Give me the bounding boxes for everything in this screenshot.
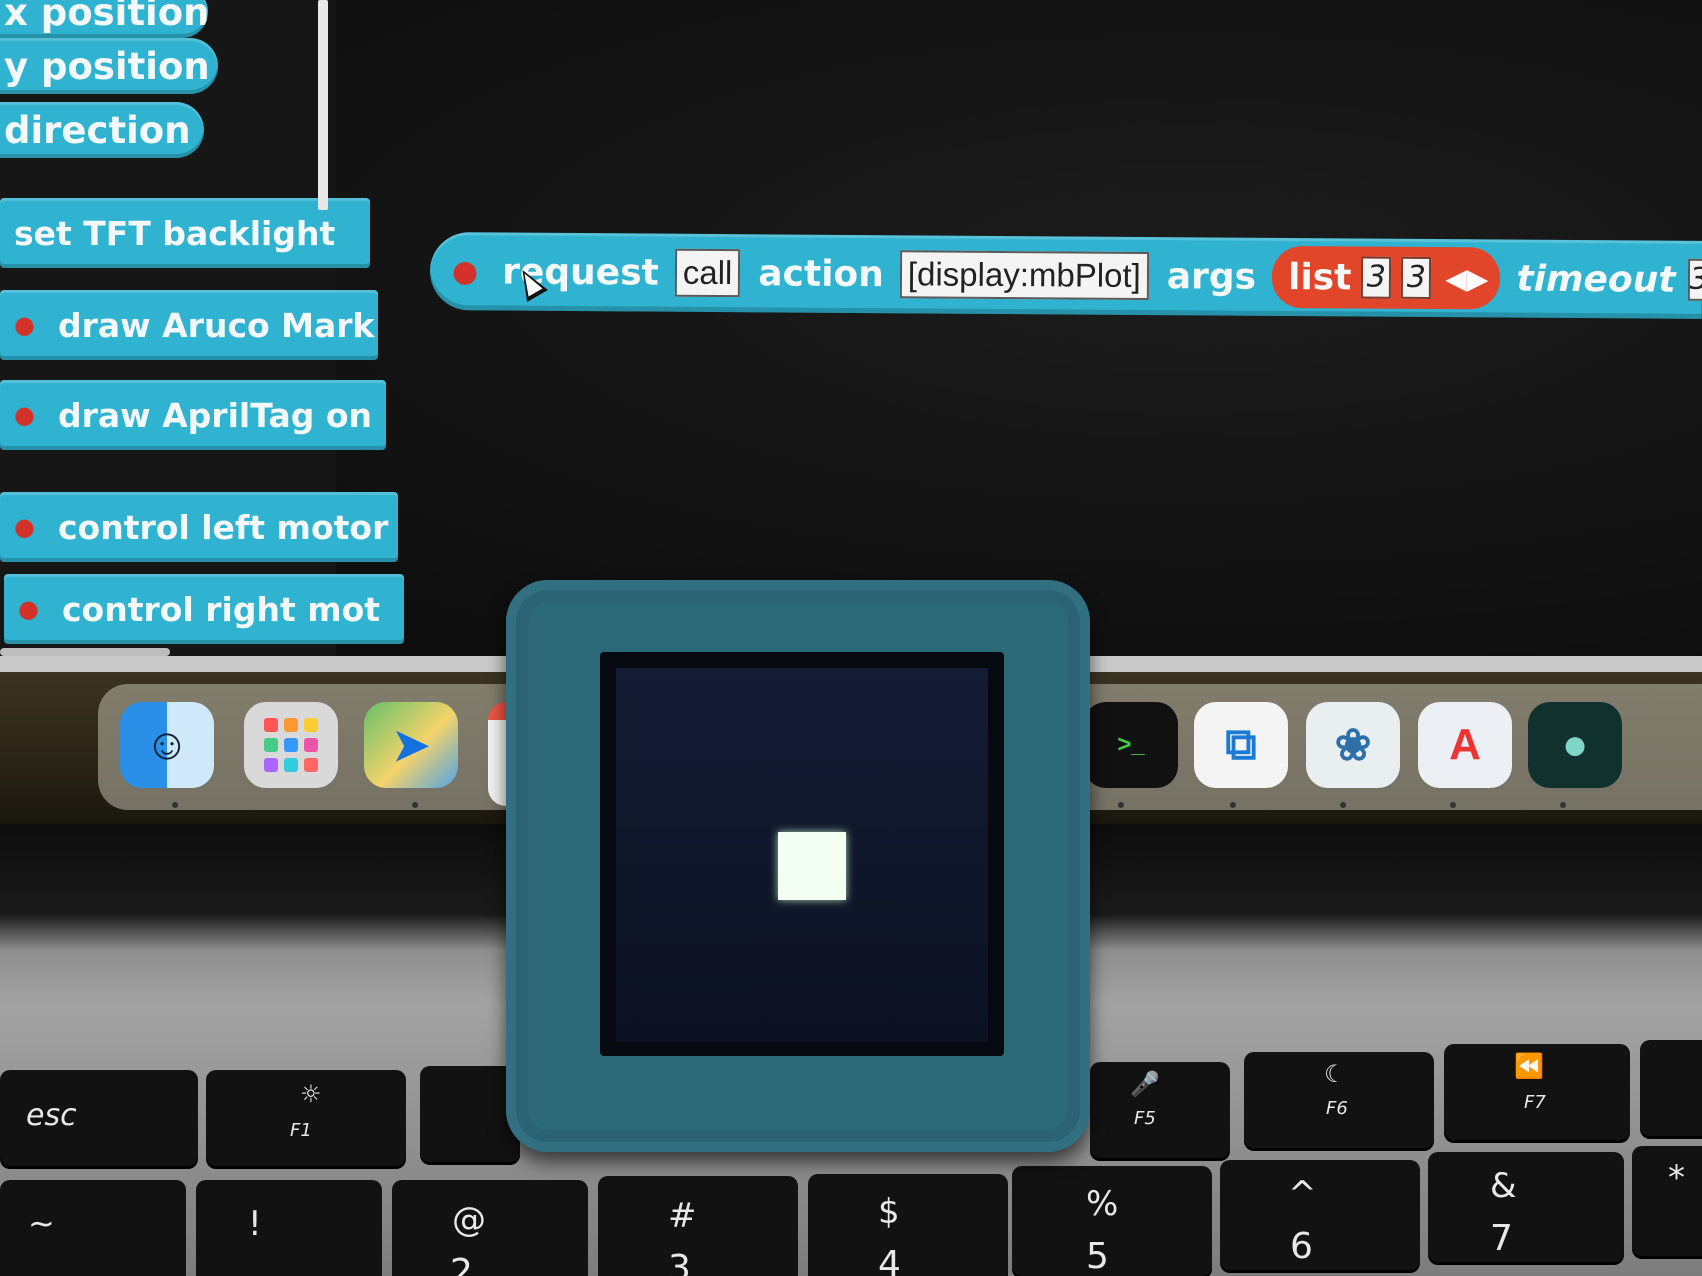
key-label: # [668, 1196, 697, 1236]
key-f2[interactable] [420, 1066, 520, 1162]
key-label: ^ [1288, 1174, 1317, 1214]
key-f7[interactable]: ⏪ F7 [1444, 1044, 1630, 1140]
block-label: draw AprilTag on [58, 395, 372, 435]
key-label: 4 [878, 1244, 901, 1276]
key-label: 6 [1290, 1226, 1313, 1267]
key-label: & [1490, 1166, 1517, 1206]
monitor-screen: x position y position direction set TFT … [0, 0, 1702, 672]
car-icon: ● [18, 595, 39, 623]
key-label: ~ [28, 1204, 55, 1242]
key-f8[interactable] [1640, 1040, 1702, 1136]
key-label: % [1086, 1184, 1119, 1224]
key-label: ! [248, 1204, 262, 1244]
photo-scene: x position y position direction set TFT … [0, 0, 1702, 1276]
key-label: 3 [668, 1248, 691, 1276]
args-label: args [1166, 255, 1257, 298]
key-6[interactable]: ^ 6 [1220, 1160, 1420, 1270]
action-label: action [758, 252, 885, 295]
car-icon: ● [14, 401, 35, 429]
key-label: 5 [1086, 1236, 1109, 1276]
dock-running-indicator [1118, 802, 1124, 808]
car-icon: ● [14, 311, 35, 339]
palette-block-x-position[interactable]: x position [0, 0, 208, 38]
block-palette: x position y position direction set TFT … [0, 0, 404, 660]
palette-block-set-tft-backlight[interactable]: set TFT backlight [0, 198, 370, 268]
key-5[interactable]: % 5 [1012, 1166, 1212, 1276]
key-8[interactable]: * [1632, 1146, 1702, 1256]
dock-running-indicator [1450, 802, 1456, 808]
key-f1[interactable]: ☼ F1 [206, 1070, 406, 1166]
palette-block-control-left-motor[interactable]: ● control left motor [0, 492, 398, 562]
maps-icon[interactable]: ➤ [364, 702, 458, 788]
microphone-icon: 🎤 [1130, 1070, 1160, 1098]
timeout-input[interactable]: 3 [1687, 258, 1702, 301]
dock-running-indicator [172, 802, 178, 808]
key-2[interactable]: @ 2 [392, 1180, 588, 1276]
block-label: set TFT backlight [14, 213, 336, 253]
palette-block-control-right-motor[interactable]: ● control right mot [4, 574, 404, 644]
drawing-app-icon[interactable]: A [1418, 702, 1512, 788]
key-label: esc [26, 1098, 77, 1133]
list-arrows-icon[interactable]: ◀▶ [1445, 262, 1488, 295]
lcd-panel [616, 668, 988, 1042]
dock-running-indicator [1230, 802, 1236, 808]
action-input[interactable]: [display:mbPlot] [899, 250, 1149, 301]
list-label: list [1287, 256, 1352, 298]
car-icon: ● [451, 253, 479, 289]
palette-splitter[interactable] [318, 0, 328, 210]
key-label: F6 [1326, 1098, 1348, 1119]
key-esc[interactable]: esc [0, 1070, 198, 1166]
palette-block-draw-aruco[interactable]: ● draw Aruco Mark [0, 290, 378, 360]
terminal-icon[interactable]: >_ [1084, 702, 1178, 788]
key-label: 2 [450, 1252, 473, 1276]
block-label: x position [4, 0, 208, 34]
palette-block-y-position[interactable]: y position [0, 38, 218, 94]
brightness-icon: ☼ [300, 1080, 322, 1108]
block-label: direction [4, 108, 191, 152]
key-label: 7 [1490, 1218, 1513, 1259]
request-block[interactable]: ● request call action [display:mbPlot] a… [429, 232, 1702, 319]
key-label: F7 [1524, 1092, 1546, 1113]
key-label: F5 [1134, 1108, 1156, 1129]
block-label: control left motor [58, 507, 389, 547]
key-tilde[interactable]: ~ [0, 1180, 186, 1276]
block-label: y position [4, 44, 210, 88]
rewind-icon: ⏪ [1514, 1052, 1544, 1080]
key-4[interactable]: $ 4 [808, 1174, 1008, 1276]
palette-block-draw-apriltag[interactable]: ● draw AprilTag on [0, 380, 386, 450]
key-1[interactable]: ! [196, 1180, 382, 1276]
palette-block-direction[interactable]: direction [0, 102, 204, 158]
device-display [600, 652, 1004, 1056]
microcontroller-device [506, 580, 1090, 1152]
dock-running-indicator [412, 802, 418, 808]
moon-icon: ☾ [1324, 1060, 1346, 1088]
key-label: * [1668, 1158, 1685, 1198]
dock-running-indicator [1340, 802, 1346, 808]
list-item-input[interactable]: 3 [1361, 256, 1392, 299]
method-input[interactable]: call [674, 248, 741, 298]
paw-app-icon[interactable]: ● [1528, 702, 1622, 788]
list-block[interactable]: list 3 3 ◀▶ [1271, 245, 1501, 310]
list-item-input[interactable]: 3 [1401, 256, 1432, 299]
key-f6[interactable]: ☾ F6 [1244, 1052, 1434, 1148]
key-label: @ [452, 1200, 486, 1240]
palette-scrollbar[interactable] [0, 648, 170, 656]
key-label: $ [878, 1192, 900, 1232]
key-7[interactable]: & 7 [1428, 1152, 1624, 1262]
car-icon: ● [14, 513, 35, 541]
block-label: draw Aruco Mark [58, 305, 375, 345]
timeout-label: timeout [1516, 258, 1676, 301]
key-f5[interactable]: 🎤 F5 [1090, 1062, 1230, 1158]
coral-app-icon[interactable]: ❀ [1306, 702, 1400, 788]
key-3[interactable]: # 3 [598, 1176, 798, 1276]
plotted-pixel [778, 832, 846, 900]
finder-icon[interactable]: ☺ [120, 702, 214, 788]
key-label: F1 [290, 1120, 312, 1141]
launchpad-icon[interactable] [244, 702, 338, 788]
block-label: control right mot [62, 589, 381, 629]
dock-running-indicator [1560, 802, 1566, 808]
vscode-icon[interactable]: ⧉ [1194, 702, 1288, 788]
